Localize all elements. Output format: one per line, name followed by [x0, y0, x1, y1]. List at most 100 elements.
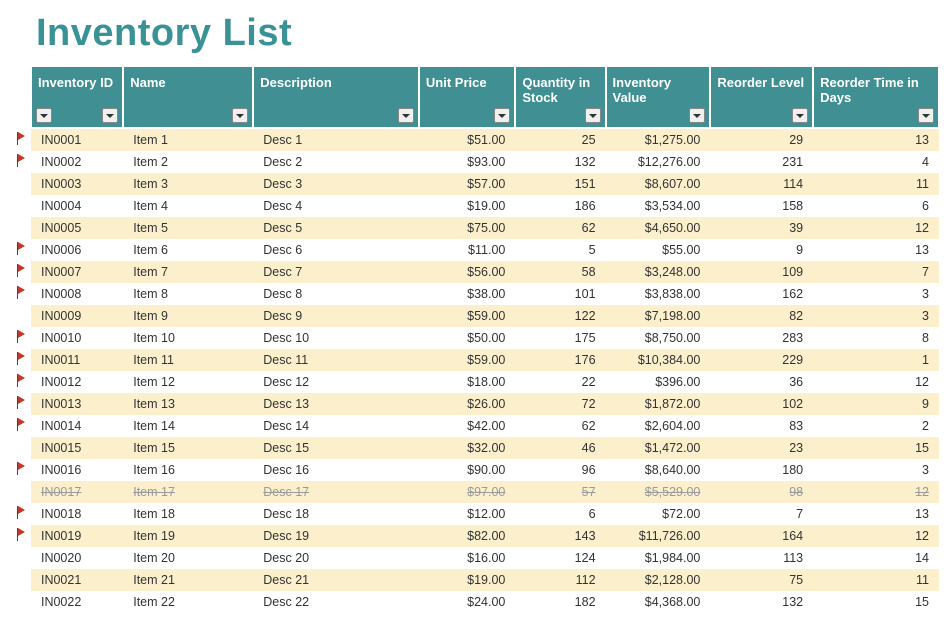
- cell-id[interactable]: IN0002: [31, 151, 123, 173]
- header-quantity[interactable]: Quantity in Stock: [515, 66, 605, 128]
- cell-days[interactable]: 2: [813, 415, 939, 437]
- cell-reorder[interactable]: 83: [710, 415, 813, 437]
- cell-value[interactable]: $8,750.00: [606, 327, 711, 349]
- cell-qty[interactable]: 175: [515, 327, 605, 349]
- cell-days[interactable]: 11: [813, 569, 939, 591]
- cell-id[interactable]: IN0017: [31, 481, 123, 503]
- cell-reorder[interactable]: 82: [710, 305, 813, 327]
- cell-name[interactable]: Item 18: [123, 503, 253, 525]
- cell-id[interactable]: IN0020: [31, 547, 123, 569]
- table-row[interactable]: IN0010Item 10Desc 10$50.00175$8,750.0028…: [10, 327, 939, 349]
- cell-price[interactable]: $19.00: [419, 195, 515, 217]
- header-inventory-id[interactable]: Inventory ID: [31, 66, 123, 128]
- header-inventory-value[interactable]: Inventory Value: [606, 66, 711, 128]
- cell-reorder[interactable]: 113: [710, 547, 813, 569]
- table-row[interactable]: IN0019Item 19Desc 19$82.00143$11,726.001…: [10, 525, 939, 547]
- cell-reorder[interactable]: 75: [710, 569, 813, 591]
- cell-id[interactable]: IN0021: [31, 569, 123, 591]
- cell-value[interactable]: $12,276.00: [606, 151, 711, 173]
- cell-id[interactable]: IN0014: [31, 415, 123, 437]
- cell-qty[interactable]: 96: [515, 459, 605, 481]
- cell-price[interactable]: $26.00: [419, 393, 515, 415]
- cell-days[interactable]: 14: [813, 547, 939, 569]
- cell-value[interactable]: $55.00: [606, 239, 711, 261]
- cell-desc[interactable]: Desc 16: [253, 459, 419, 481]
- cell-id[interactable]: IN0008: [31, 283, 123, 305]
- cell-reorder[interactable]: 158: [710, 195, 813, 217]
- filter-dropdown-icon[interactable]: [398, 108, 414, 123]
- cell-name[interactable]: Item 17: [123, 481, 253, 503]
- cell-name[interactable]: Item 6: [123, 239, 253, 261]
- cell-price[interactable]: $19.00: [419, 569, 515, 591]
- cell-qty[interactable]: 6: [515, 503, 605, 525]
- cell-id[interactable]: IN0015: [31, 437, 123, 459]
- cell-id[interactable]: IN0013: [31, 393, 123, 415]
- cell-name[interactable]: Item 12: [123, 371, 253, 393]
- header-reorder-days[interactable]: Reorder Time in Days: [813, 66, 939, 128]
- cell-id[interactable]: IN0010: [31, 327, 123, 349]
- cell-reorder[interactable]: 36: [710, 371, 813, 393]
- cell-name[interactable]: Item 14: [123, 415, 253, 437]
- cell-price[interactable]: $16.00: [419, 547, 515, 569]
- cell-days[interactable]: 15: [813, 591, 939, 613]
- cell-desc[interactable]: Desc 6: [253, 239, 419, 261]
- cell-name[interactable]: Item 4: [123, 195, 253, 217]
- cell-qty[interactable]: 22: [515, 371, 605, 393]
- filter-dropdown-icon[interactable]: [792, 108, 808, 123]
- cell-desc[interactable]: Desc 9: [253, 305, 419, 327]
- cell-days[interactable]: 15: [813, 437, 939, 459]
- cell-days[interactable]: 9: [813, 393, 939, 415]
- cell-reorder[interactable]: 29: [710, 128, 813, 151]
- cell-price[interactable]: $57.00: [419, 173, 515, 195]
- cell-qty[interactable]: 62: [515, 415, 605, 437]
- cell-value[interactable]: $4,650.00: [606, 217, 711, 239]
- cell-price[interactable]: $90.00: [419, 459, 515, 481]
- filter-dropdown-icon[interactable]: [494, 108, 510, 123]
- cell-reorder[interactable]: 164: [710, 525, 813, 547]
- cell-price[interactable]: $97.00: [419, 481, 515, 503]
- cell-days[interactable]: 3: [813, 459, 939, 481]
- filter-dropdown-icon[interactable]: [585, 108, 601, 123]
- cell-name[interactable]: Item 9: [123, 305, 253, 327]
- cell-value[interactable]: $5,529.00: [606, 481, 711, 503]
- cell-id[interactable]: IN0022: [31, 591, 123, 613]
- cell-id[interactable]: IN0001: [31, 128, 123, 151]
- cell-price[interactable]: $56.00: [419, 261, 515, 283]
- cell-price[interactable]: $50.00: [419, 327, 515, 349]
- filter-dropdown-icon[interactable]: [102, 108, 118, 123]
- cell-desc[interactable]: Desc 14: [253, 415, 419, 437]
- cell-reorder[interactable]: 39: [710, 217, 813, 239]
- cell-desc[interactable]: Desc 11: [253, 349, 419, 371]
- cell-qty[interactable]: 132: [515, 151, 605, 173]
- cell-desc[interactable]: Desc 21: [253, 569, 419, 591]
- cell-value[interactable]: $72.00: [606, 503, 711, 525]
- cell-id[interactable]: IN0005: [31, 217, 123, 239]
- table-row[interactable]: IN0003Item 3Desc 3$57.00151$8,607.001141…: [10, 173, 939, 195]
- header-name[interactable]: Name: [123, 66, 253, 128]
- cell-value[interactable]: $8,607.00: [606, 173, 711, 195]
- cell-name[interactable]: Item 8: [123, 283, 253, 305]
- cell-id[interactable]: IN0006: [31, 239, 123, 261]
- cell-id[interactable]: IN0011: [31, 349, 123, 371]
- cell-price[interactable]: $59.00: [419, 305, 515, 327]
- cell-id[interactable]: IN0004: [31, 195, 123, 217]
- cell-name[interactable]: Item 2: [123, 151, 253, 173]
- cell-desc[interactable]: Desc 15: [253, 437, 419, 459]
- cell-desc[interactable]: Desc 4: [253, 195, 419, 217]
- cell-reorder[interactable]: 9: [710, 239, 813, 261]
- cell-value[interactable]: $3,248.00: [606, 261, 711, 283]
- table-row[interactable]: IN0007Item 7Desc 7$56.0058$3,248.001097: [10, 261, 939, 283]
- cell-qty[interactable]: 58: [515, 261, 605, 283]
- filter-dropdown-icon[interactable]: [689, 108, 705, 123]
- cell-days[interactable]: 7: [813, 261, 939, 283]
- cell-value[interactable]: $1,872.00: [606, 393, 711, 415]
- cell-name[interactable]: Item 22: [123, 591, 253, 613]
- cell-desc[interactable]: Desc 20: [253, 547, 419, 569]
- cell-value[interactable]: $7,198.00: [606, 305, 711, 327]
- table-row[interactable]: IN0006Item 6Desc 6$11.005$55.00913: [10, 239, 939, 261]
- cell-reorder[interactable]: 231: [710, 151, 813, 173]
- filter-dropdown-icon[interactable]: [36, 108, 52, 123]
- table-row[interactable]: IN0013Item 13Desc 13$26.0072$1,872.00102…: [10, 393, 939, 415]
- cell-name[interactable]: Item 1: [123, 128, 253, 151]
- cell-name[interactable]: Item 3: [123, 173, 253, 195]
